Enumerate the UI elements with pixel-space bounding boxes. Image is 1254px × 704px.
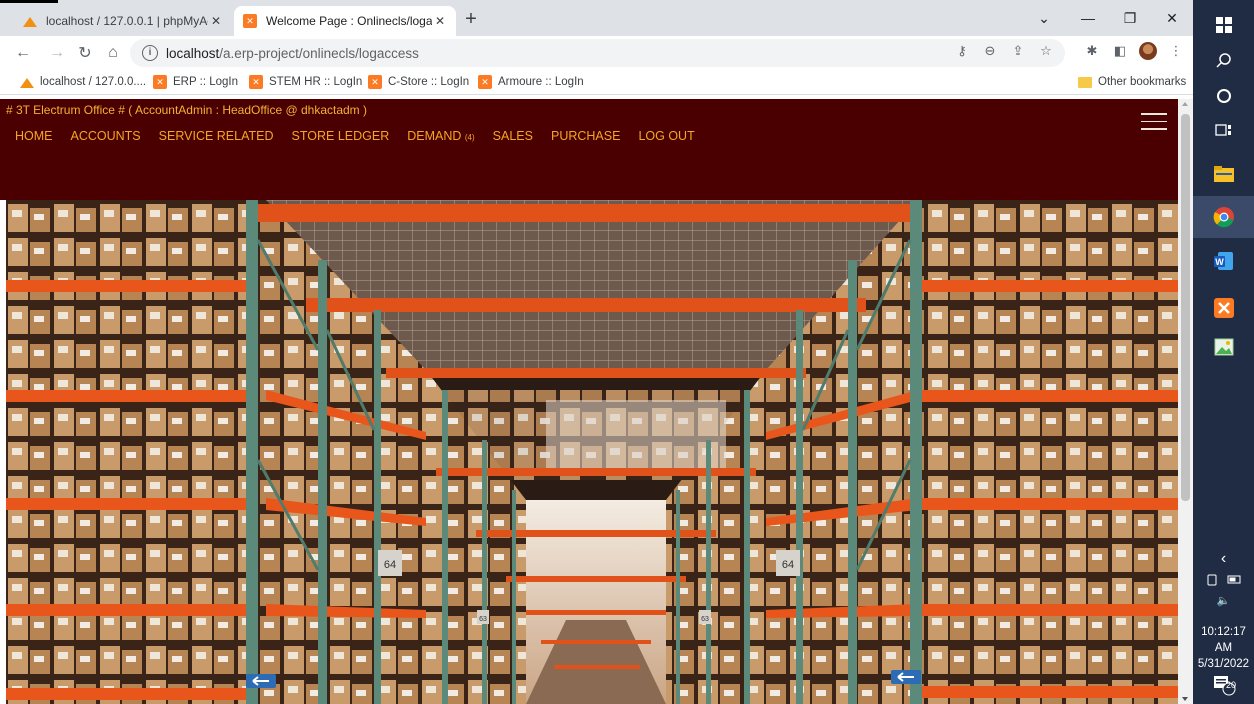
nav-purchase[interactable]: PURCHASE <box>551 129 620 143</box>
aisle-sign-label: 63 <box>479 616 487 623</box>
file-explorer-icon[interactable] <box>1193 153 1254 195</box>
hero-warehouse-image: 64 64 63 63 <box>6 200 1178 704</box>
tab-search-button[interactable]: ⌄ <box>1021 0 1067 36</box>
xampp-icon: ✕ <box>242 13 258 29</box>
profile-avatar[interactable] <box>1139 42 1157 60</box>
window-edge <box>0 0 58 3</box>
nav-home[interactable]: HOME <box>15 129 53 143</box>
bookmarks-bar: localhost / 127.0.0.... ✕ ERP :: LogIn ✕… <box>0 69 1193 95</box>
browser-toolbar: ← → ↻ ⌂ i localhost/a.erp-project/online… <box>0 36 1193 69</box>
chrome-icon[interactable] <box>1193 196 1254 238</box>
scroll-down-icon[interactable] <box>1182 697 1188 701</box>
tab-close-icon[interactable]: ✕ <box>432 14 448 28</box>
volume-icon[interactable]: 🔈 <box>1193 594 1254 607</box>
nav-demand-label: DEMAND <box>407 129 462 143</box>
password-key-icon[interactable]: ⚷ <box>953 43 971 59</box>
address-path: /a.erp-project/onlinecls/logaccess <box>219 45 419 61</box>
address-bar[interactable]: i localhost/a.erp-project/onlinecls/loga… <box>130 39 1065 67</box>
nav-log-out[interactable]: LOG OUT <box>638 129 694 143</box>
bookmark-localhost[interactable]: localhost / 127.0.0.... <box>20 73 146 91</box>
tab-phpmyadmin[interactable]: localhost / 127.0.0.1 | phpMyAdm ✕ <box>14 6 232 36</box>
bookmark-star-icon[interactable]: ☆ <box>1037 43 1055 59</box>
aisle-sign-label: 63 <box>701 616 709 623</box>
nav-demand[interactable]: DEMAND (4) <box>407 129 474 143</box>
bookmark-erp-login[interactable]: ✕ ERP :: LogIn <box>153 73 238 91</box>
window-controls: ⌄ — ❐ ✕ <box>1021 0 1193 36</box>
system-clock[interactable]: 10:12:17 AM 5/31/2022 <box>1193 624 1254 672</box>
home-button[interactable]: ⌂ <box>100 40 126 66</box>
phpmyadmin-icon <box>20 75 34 89</box>
tab-welcome-page[interactable]: ✕ Welcome Page : Onlinecls/logacc ✕ <box>234 6 456 36</box>
site-info-icon[interactable]: i <box>142 45 158 61</box>
bookmark-label: Armoure :: LogIn <box>498 76 584 88</box>
task-view-icon[interactable] <box>1193 110 1254 152</box>
svg-text:W: W <box>1215 257 1224 267</box>
side-panel-icon[interactable]: ◧ <box>1111 43 1129 59</box>
network-battery-icons[interactable] <box>1193 573 1254 590</box>
bookmark-label: localhost / 127.0.0.... <box>40 76 147 88</box>
tab-close-icon[interactable]: ✕ <box>208 14 224 28</box>
xampp-icon: ✕ <box>368 75 382 89</box>
tab-title: Welcome Page : Onlinecls/logacc <box>266 14 432 28</box>
omnibox-actions: ⚷ ⊖ ⇪ ☆ <box>953 43 1055 59</box>
windows-taskbar: W ‹ 🔈 10:12:17 AM 5/31/2022 20 <box>1193 0 1254 704</box>
bookmark-label: C-Store :: LogIn <box>388 76 470 88</box>
other-bookmarks[interactable]: Other bookmarks <box>1078 73 1186 91</box>
tray-chevron-icon[interactable]: ‹ <box>1193 550 1254 568</box>
tab-title: localhost / 127.0.0.1 | phpMyAdm <box>46 14 208 28</box>
minimize-button[interactable]: — <box>1067 0 1109 36</box>
folder-icon <box>1078 75 1092 89</box>
clock-date: 5/31/2022 <box>1197 658 1250 670</box>
aisle-sign-label: 64 <box>782 559 794 571</box>
nav-accounts[interactable]: ACCOUNTS <box>71 129 141 143</box>
main-nav: HOME ACCOUNTS SERVICE RELATED STORE LEDG… <box>15 129 695 143</box>
hamburger-menu-icon[interactable] <box>1141 113 1167 131</box>
reload-button[interactable]: ↻ <box>72 40 98 66</box>
office-user-line: # 3T Electrum Office # ( AccountAdmin : … <box>6 103 368 117</box>
xampp-icon: ✕ <box>249 75 263 89</box>
tab-strip: localhost / 127.0.0.1 | phpMyAdm ✕ ✕ Wel… <box>0 0 1193 36</box>
bookmark-label: STEM HR :: LogIn <box>269 76 363 88</box>
share-icon[interactable]: ⇪ <box>1009 43 1027 59</box>
notification-count: 20 <box>1226 680 1237 690</box>
page-viewport: # 3T Electrum Office # ( AccountAdmin : … <box>0 96 1193 704</box>
bookmark-c-store-login[interactable]: ✕ C-Store :: LogIn <box>368 73 469 91</box>
extensions-icon[interactable]: ✱ <box>1083 43 1101 59</box>
xampp-icon[interactable] <box>1193 287 1254 329</box>
aisle-sign-label: 64 <box>384 559 396 571</box>
nav-service-related[interactable]: SERVICE RELATED <box>159 129 274 143</box>
notifications-button[interactable]: 20 <box>1193 674 1254 699</box>
page-scrollbar[interactable] <box>1178 99 1193 704</box>
scroll-up-icon[interactable] <box>1182 102 1188 106</box>
zoom-icon[interactable]: ⊖ <box>981 43 999 59</box>
browser-window: localhost / 127.0.0.1 | phpMyAdm ✕ ✕ Wel… <box>0 0 1193 704</box>
close-window-button[interactable]: ✕ <box>1151 0 1193 36</box>
scrollbar-thumb[interactable] <box>1181 114 1190 501</box>
clock-time: 10:12:17 AM <box>1201 626 1246 654</box>
app-header: # 3T Electrum Office # ( AccountAdmin : … <box>0 99 1178 200</box>
xampp-icon: ✕ <box>478 75 492 89</box>
address-host: localhost <box>166 45 220 61</box>
more-menu-icon[interactable]: ⋮ <box>1167 43 1185 59</box>
bookmark-label: ERP :: LogIn <box>173 76 238 88</box>
toolbar-right: ✱ ◧ ⋮ <box>1083 42 1185 60</box>
restore-button[interactable]: ❐ <box>1109 0 1151 36</box>
other-bookmarks-label: Other bookmarks <box>1098 76 1187 88</box>
forward-button[interactable]: → <box>44 40 70 66</box>
demand-count-badge: (4) <box>464 133 475 142</box>
phpmyadmin-icon <box>22 13 38 29</box>
new-tab-button[interactable]: + <box>460 9 482 31</box>
word-icon[interactable]: W <box>1193 240 1254 282</box>
warehouse-illustration: 64 64 63 63 <box>6 200 1178 704</box>
bookmark-stem-hr-login[interactable]: ✕ STEM HR :: LogIn <box>249 73 362 91</box>
back-button[interactable]: ← <box>10 40 36 66</box>
bookmark-armoure-login[interactable]: ✕ Armoure :: LogIn <box>478 73 584 91</box>
image-viewer-icon[interactable] <box>1193 326 1254 368</box>
nav-store-ledger[interactable]: STORE LEDGER <box>292 129 390 143</box>
nav-sales[interactable]: SALES <box>493 129 533 143</box>
xampp-icon: ✕ <box>153 75 167 89</box>
